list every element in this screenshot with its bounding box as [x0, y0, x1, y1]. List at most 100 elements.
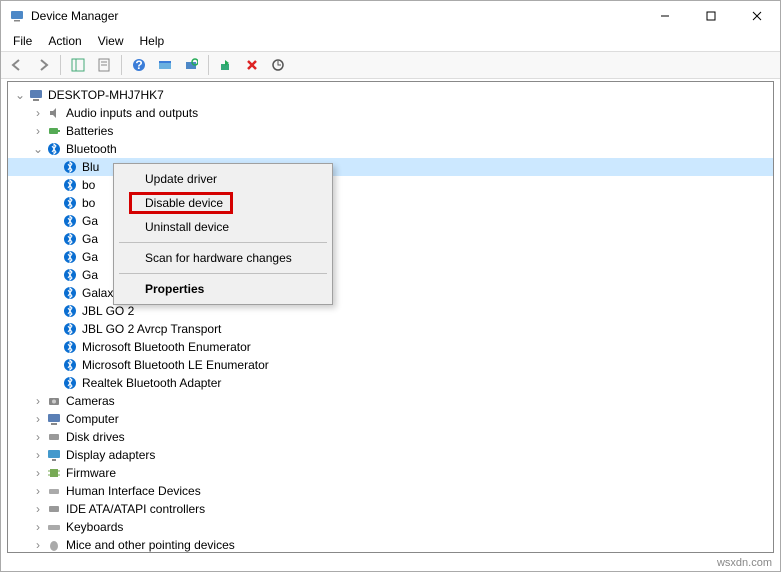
properties-button[interactable]: [92, 53, 116, 77]
close-button[interactable]: [734, 1, 780, 31]
bluetooth-icon: [62, 375, 78, 391]
expand-icon[interactable]: ›: [30, 467, 46, 479]
context-uninstall-device[interactable]: Uninstall device: [117, 215, 329, 239]
tree-label: JBL GO 2 Avrcp Transport: [82, 322, 221, 336]
bluetooth-icon: [62, 159, 78, 175]
tree-root[interactable]: ⌄ DESKTOP-MHJ7HK7: [8, 86, 773, 104]
tree-label: Keyboards: [66, 520, 123, 534]
tree-category-firmware[interactable]: › Firmware: [8, 464, 773, 482]
expand-icon[interactable]: ›: [30, 521, 46, 533]
bluetooth-icon: [62, 339, 78, 355]
expand-icon[interactable]: ›: [30, 431, 46, 443]
tree-category-audio[interactable]: ›Audio inputs and outputs: [8, 104, 773, 122]
bluetooth-icon: [62, 321, 78, 337]
menu-bar: File Action View Help: [1, 31, 780, 51]
menu-action[interactable]: Action: [40, 32, 89, 50]
device-tree-panel: ⌄ DESKTOP-MHJ7HK7 ›Audio inputs and outp…: [7, 81, 774, 553]
context-update-driver[interactable]: Update driver: [117, 167, 329, 191]
menu-view[interactable]: View: [90, 32, 132, 50]
expand-icon[interactable]: ›: [30, 125, 46, 137]
bluetooth-icon: [62, 213, 78, 229]
window-title: Device Manager: [31, 9, 642, 23]
forward-button[interactable]: [31, 53, 55, 77]
show-hide-tree-button[interactable]: [66, 53, 90, 77]
toolbar: ?: [1, 51, 780, 79]
toolbar-separator: [121, 55, 122, 75]
ide-icon: [46, 501, 62, 517]
keyboard-icon: [46, 519, 62, 535]
tree-label: Bluetooth: [66, 142, 117, 156]
disable-button[interactable]: [240, 53, 264, 77]
toolbar-separator: [60, 55, 61, 75]
tree-category-disk[interactable]: › Disk drives: [8, 428, 773, 446]
tree-category-ide[interactable]: › IDE ATA/ATAPI controllers: [8, 500, 773, 518]
tree-label: Realtek Bluetooth Adapter: [82, 376, 221, 390]
back-button[interactable]: [5, 53, 29, 77]
tree-category-cameras[interactable]: › Cameras: [8, 392, 773, 410]
tree-label: Batteries: [66, 124, 113, 138]
expand-icon[interactable]: ›: [30, 395, 46, 407]
bluetooth-icon: [62, 303, 78, 319]
tree-label: Ga: [82, 232, 98, 246]
context-properties[interactable]: Properties: [117, 277, 329, 301]
tree-label: Display adapters: [66, 448, 155, 462]
bluetooth-icon: [62, 231, 78, 247]
svg-text:?: ?: [135, 58, 142, 72]
bluetooth-icon: [62, 357, 78, 373]
tree-label: Ga: [82, 268, 98, 282]
tree-label: IDE ATA/ATAPI controllers: [66, 502, 205, 516]
update-driver-button[interactable]: [266, 53, 290, 77]
enable-button[interactable]: [214, 53, 238, 77]
computer-icon: [46, 411, 62, 427]
tree-category-computer[interactable]: ›Computer: [8, 410, 773, 428]
bluetooth-icon: [62, 177, 78, 193]
context-disable-device[interactable]: Disable device: [117, 191, 329, 215]
scan-hardware-button[interactable]: [179, 53, 203, 77]
tree-label: JBL GO 2: [82, 304, 134, 318]
app-icon: [9, 8, 25, 24]
tree-label: Cameras: [66, 394, 115, 408]
bluetooth-icon: [62, 267, 78, 283]
tree-label: Disk drives: [66, 430, 125, 444]
tree-item[interactable]: Microsoft Bluetooth Enumerator: [8, 338, 773, 356]
firmware-icon: [46, 465, 62, 481]
context-scan-hardware[interactable]: Scan for hardware changes: [117, 246, 329, 270]
expand-icon[interactable]: ›: [30, 449, 46, 461]
device-tree[interactable]: ⌄ DESKTOP-MHJ7HK7 ›Audio inputs and outp…: [8, 82, 773, 552]
tree-label: Firmware: [66, 466, 116, 480]
tree-category-mice[interactable]: ›Mice and other pointing devices: [8, 536, 773, 552]
expand-icon[interactable]: ›: [30, 485, 46, 497]
action-button[interactable]: [153, 53, 177, 77]
tree-item[interactable]: Microsoft Bluetooth LE Enumerator: [8, 356, 773, 374]
minimize-button[interactable]: [642, 1, 688, 31]
camera-icon: [46, 393, 62, 409]
tree-item[interactable]: Realtek Bluetooth Adapter: [8, 374, 773, 392]
bluetooth-icon: [46, 141, 62, 157]
context-separator: [119, 242, 327, 243]
collapse-icon[interactable]: ⌄: [12, 89, 28, 101]
context-menu: Update driver Disable device Uninstall d…: [113, 163, 333, 305]
expand-icon[interactable]: ›: [30, 107, 46, 119]
tree-category-batteries[interactable]: › Batteries: [8, 122, 773, 140]
tree-category-hid[interactable]: ›Human Interface Devices: [8, 482, 773, 500]
audio-icon: [46, 105, 62, 121]
tree-label: Blu: [82, 160, 99, 174]
maximize-button[interactable]: [688, 1, 734, 31]
expand-icon[interactable]: ›: [30, 413, 46, 425]
tree-category-display[interactable]: › Display adapters: [8, 446, 773, 464]
tree-item[interactable]: JBL GO 2 Avrcp Transport: [8, 320, 773, 338]
hid-icon: [46, 483, 62, 499]
menu-file[interactable]: File: [5, 32, 40, 50]
tree-category-keyboards[interactable]: › Keyboards: [8, 518, 773, 536]
tree-label: DESKTOP-MHJ7HK7: [48, 88, 164, 102]
help-button[interactable]: ?: [127, 53, 151, 77]
disk-icon: [46, 429, 62, 445]
collapse-icon[interactable]: ⌄: [30, 143, 46, 155]
tree-category-bluetooth[interactable]: ⌄ Bluetooth: [8, 140, 773, 158]
menu-help[interactable]: Help: [132, 32, 173, 50]
tree-label: Ga: [82, 214, 98, 228]
display-icon: [46, 447, 62, 463]
expand-icon[interactable]: ›: [30, 539, 46, 551]
title-bar: Device Manager: [1, 1, 780, 31]
expand-icon[interactable]: ›: [30, 503, 46, 515]
